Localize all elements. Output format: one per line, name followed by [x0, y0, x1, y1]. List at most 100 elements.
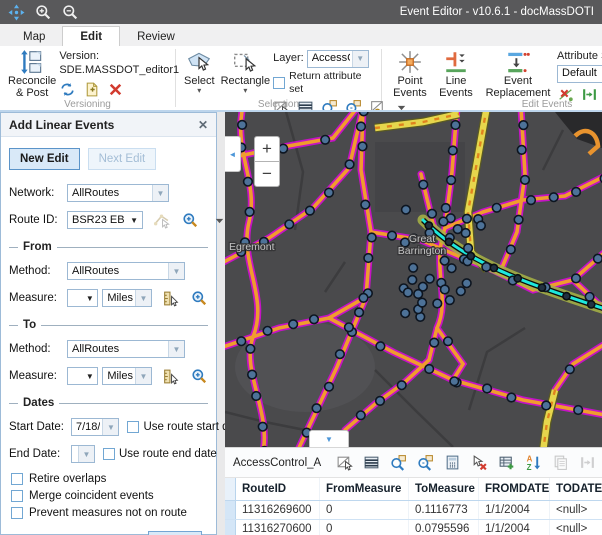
ruler-pick-icon[interactable]	[162, 290, 179, 307]
zoom-plus-icon[interactable]	[182, 212, 199, 229]
column-header-todate[interactable]: TODATE	[550, 478, 602, 500]
map-marker[interactable]	[419, 180, 428, 189]
map-marker[interactable]	[258, 422, 267, 431]
new-edit-button[interactable]: New Edit	[9, 148, 80, 170]
map-marker[interactable]	[248, 370, 257, 379]
pan-selected-icon[interactable]	[417, 454, 434, 471]
map-marker[interactable]	[336, 350, 345, 359]
map-marker[interactable]	[574, 406, 583, 415]
map-marker[interactable]	[430, 338, 439, 347]
merge-arrows-icon[interactable]	[579, 454, 596, 471]
map-marker[interactable]	[263, 327, 272, 336]
retire-overlaps-checkbox[interactable]	[11, 473, 23, 485]
map-marker[interactable]	[325, 188, 334, 197]
next-button[interactable]: Next >	[148, 531, 202, 535]
map-marker[interactable]	[549, 193, 558, 202]
map-marker[interactable]	[402, 205, 411, 214]
map-marker[interactable]	[463, 214, 472, 223]
map-marker[interactable]	[357, 122, 366, 131]
map-marker[interactable]	[289, 320, 298, 329]
to-measure-input[interactable]: ▼	[67, 367, 98, 385]
attribute-rows-icon[interactable]	[363, 454, 380, 471]
map-marker[interactable]	[408, 276, 417, 285]
map-marker[interactable]	[444, 337, 453, 346]
map-marker[interactable]	[306, 206, 315, 215]
column-header-fromdate[interactable]: FROMDATE	[479, 478, 550, 500]
zoom-in-icon[interactable]	[35, 4, 52, 21]
tab-edit[interactable]: Edit	[62, 26, 120, 46]
map-marker[interactable]	[409, 264, 418, 273]
map-marker[interactable]	[428, 209, 437, 218]
use-route-start-date-checkbox[interactable]	[127, 421, 139, 433]
map-marker[interactable]	[279, 144, 288, 153]
map-marker[interactable]	[376, 342, 385, 351]
map-marker[interactable]	[364, 254, 373, 263]
map-marker[interactable]	[446, 296, 455, 305]
row-selector-header[interactable]	[225, 478, 236, 500]
map-marker[interactable]	[246, 345, 255, 354]
map-marker[interactable]	[345, 160, 354, 169]
to-unit-select[interactable]: Miles ▼	[102, 367, 152, 385]
map-marker[interactable]	[538, 284, 545, 291]
map-marker[interactable]	[425, 274, 434, 283]
map-marker[interactable]	[588, 301, 595, 308]
map-marker[interactable]	[359, 112, 368, 116]
tab-map[interactable]: Map	[6, 27, 62, 46]
tab-review[interactable]: Review	[120, 27, 192, 46]
to-method-select[interactable]: AllRoutes ▼	[67, 340, 185, 358]
map-marker[interactable]	[467, 252, 474, 259]
map-canvas[interactable]: EgremontGreatBarrington	[225, 112, 602, 447]
pan-icon[interactable]	[8, 4, 25, 21]
map-marker[interactable]	[359, 294, 368, 303]
append-table-icon[interactable]	[498, 454, 515, 471]
map-marker[interactable]	[464, 244, 473, 253]
column-header-frommeasure[interactable]: FromMeasure	[320, 478, 409, 500]
column-header-tomeasure[interactable]: ToMeasure	[409, 478, 479, 500]
map-marker[interactable]	[401, 309, 410, 318]
map-marker[interactable]	[483, 384, 492, 393]
select-button[interactable]: Select ▾	[181, 49, 218, 95]
ruler-pick-icon[interactable]	[162, 368, 179, 385]
map-marker[interactable]	[376, 397, 385, 406]
map-marker[interactable]	[357, 411, 366, 420]
map-marker[interactable]	[447, 176, 456, 185]
map-marker[interactable]	[450, 377, 459, 386]
map-marker[interactable]	[355, 308, 364, 317]
map-marker[interactable]	[244, 177, 253, 186]
map-marker[interactable]	[442, 204, 451, 213]
sort-az-icon[interactable]: AZ	[525, 454, 542, 471]
map-marker[interactable]	[245, 208, 254, 217]
map-marker[interactable]	[521, 176, 530, 185]
map-marker[interactable]	[397, 381, 406, 390]
map-marker[interactable]	[527, 196, 536, 205]
map-marker[interactable]	[585, 293, 594, 302]
map-marker[interactable]	[594, 254, 602, 263]
select-shape-icon[interactable]	[336, 454, 353, 471]
map-marker[interactable]	[514, 275, 521, 282]
table-row[interactable]: 1131627060000.07955961/1/2004<null>N	[225, 520, 602, 535]
column-header-routeid[interactable]: RouteID	[236, 478, 320, 500]
route-id-select[interactable]: BSR23 EB ▼	[67, 211, 143, 229]
map-marker[interactable]	[433, 299, 442, 308]
from-measure-input[interactable]: ▼	[67, 289, 98, 307]
prevent-measures-checkbox[interactable]	[11, 507, 23, 519]
map-marker[interactable]	[477, 221, 486, 230]
zoom-selected-icon[interactable]	[390, 454, 407, 471]
map-marker[interactable]	[414, 290, 423, 299]
map-marker[interactable]	[425, 365, 434, 374]
new-version-icon[interactable]	[83, 81, 100, 98]
row-selector[interactable]	[225, 520, 236, 535]
map-marker[interactable]	[439, 217, 448, 226]
map-marker[interactable]	[404, 288, 413, 297]
map-marker[interactable]	[566, 365, 575, 374]
map-marker[interactable]	[361, 200, 370, 209]
map-marker[interactable]	[441, 285, 450, 294]
map-marker[interactable]	[345, 323, 354, 332]
next-edit-button[interactable]: Next Edit	[88, 148, 157, 170]
collapse-panel-button[interactable]: ◄	[225, 136, 241, 172]
zoom-out-icon[interactable]	[62, 4, 79, 21]
delete-x-icon[interactable]	[107, 81, 124, 98]
calculator-icon[interactable]	[444, 454, 461, 471]
map-zoom-in-button[interactable]: +	[254, 136, 280, 162]
map-marker[interactable]	[310, 315, 319, 324]
